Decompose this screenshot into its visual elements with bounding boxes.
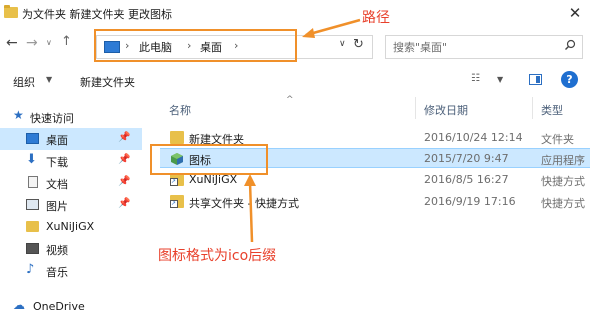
file-type: 文件夹 <box>541 133 574 146</box>
sidebar-item-desktop[interactable]: 桌面 📌 <box>0 128 142 150</box>
new-folder-button[interactable]: 新建文件夹 <box>80 74 135 90</box>
picture-icon <box>26 199 39 210</box>
cloud-icon: ☁ <box>13 298 25 312</box>
video-icon <box>26 243 39 254</box>
search-input[interactable]: 搜索"桌面" <box>385 35 583 59</box>
sidebar-item-xunijigx[interactable]: XuNiJiGX <box>0 216 142 238</box>
search-placeholder: 搜索"桌面" <box>393 41 448 54</box>
sidebar-item-label: XuNiJiGX <box>46 220 95 233</box>
format-annotation-label: 图标格式为ico后缀 <box>158 248 277 264</box>
desktop-icon <box>26 133 39 144</box>
sort-indicator-icon: ^ <box>286 95 294 105</box>
document-icon <box>28 176 38 188</box>
sidebar-item-quick-access[interactable]: ★ 快速访问 <box>0 106 142 128</box>
shortcut-folder-icon: ↗ <box>170 195 184 208</box>
sidebar-item-label: 视频 <box>46 244 68 257</box>
close-button[interactable]: ✕ <box>566 4 584 22</box>
window-title: 为文件夹 新建文件夹 更改图标 <box>22 8 172 21</box>
callout-arrow-icon <box>302 18 361 38</box>
sidebar-item-label: 快速访问 <box>30 112 74 125</box>
file-type: 快捷方式 <box>541 197 585 210</box>
sidebar-item-label: 图片 <box>46 200 68 213</box>
file-date: 2016/10/24 12:14 <box>424 131 523 144</box>
sidebar-item-label: OneDrive <box>33 300 85 313</box>
file-row[interactable]: ↗ 共享文件夹 - 快捷方式 2016/9/19 17:16 快捷方式 <box>160 192 590 212</box>
path-annotation-label: 路径 <box>362 10 390 26</box>
file-date: 2015/7/20 9:47 <box>424 152 509 165</box>
folder-icon <box>170 131 184 144</box>
column-header-date[interactable]: 修改日期 <box>424 102 468 118</box>
sidebar-item-downloads[interactable]: ⬇ 下载 📌 <box>0 150 142 172</box>
file-type: 应用程序 <box>541 154 585 167</box>
callout-arrow-icon <box>244 174 256 243</box>
file-type: 快捷方式 <box>541 175 585 188</box>
forward-arrow-icon[interactable]: → <box>26 35 38 51</box>
view-options-icon[interactable]: ☷ <box>471 73 485 85</box>
file-date: 2016/9/19 17:16 <box>424 195 516 208</box>
sidebar-item-label: 文档 <box>46 178 68 191</box>
recent-locations-chevron-icon[interactable]: ∨ <box>46 38 52 47</box>
help-icon[interactable]: ? <box>561 71 578 88</box>
back-arrow-icon[interactable]: ← <box>6 35 18 51</box>
sidebar-item-onedrive[interactable]: ☁ OneDrive <box>0 296 142 318</box>
column-header-type[interactable]: 类型 <box>541 102 563 118</box>
sidebar-item-label: 音乐 <box>46 266 68 279</box>
star-icon: ★ <box>13 108 24 122</box>
sidebar-item-pictures[interactable]: 图片 📌 <box>0 194 142 216</box>
pin-icon[interactable]: 📌 <box>118 132 130 143</box>
navigation-pane: ★ 快速访问 桌面 📌 ⬇ 下载 📌 文档 📌 图片 📌 XuNiJiGX 视频… <box>0 96 142 314</box>
sidebar-item-videos[interactable]: 视频 <box>0 238 142 260</box>
pin-icon[interactable]: 📌 <box>118 176 130 187</box>
title-bar: 为文件夹 新建文件夹 更改图标 ✕ <box>0 0 590 28</box>
folder-icon <box>26 221 39 232</box>
folder-icon <box>4 5 18 18</box>
search-icon <box>564 39 576 54</box>
file-date: 2016/8/5 16:27 <box>424 173 509 186</box>
chevron-down-icon[interactable]: ▼ <box>497 75 503 84</box>
preview-pane-icon[interactable] <box>529 74 542 85</box>
column-header-name[interactable]: 名称 <box>169 102 191 118</box>
path-highlight-box <box>94 29 297 62</box>
sidebar-item-documents[interactable]: 文档 📌 <box>0 172 142 194</box>
file-highlight-box <box>150 144 268 175</box>
up-arrow-icon[interactable]: ↑ <box>61 34 72 49</box>
pin-icon[interactable]: 📌 <box>118 198 130 209</box>
sidebar-item-label: 桌面 <box>46 134 68 147</box>
pin-icon[interactable]: 📌 <box>118 154 130 165</box>
organize-button[interactable]: 组织 <box>13 74 35 90</box>
sidebar-item-label: 下载 <box>46 156 68 169</box>
column-divider[interactable] <box>415 97 416 119</box>
music-icon: ♪ <box>26 262 35 277</box>
sidebar-item-music[interactable]: ♪ 音乐 <box>0 260 142 282</box>
download-icon: ⬇ <box>26 152 37 167</box>
chevron-down-icon[interactable]: ▼ <box>46 75 52 84</box>
column-divider[interactable] <box>532 97 533 119</box>
